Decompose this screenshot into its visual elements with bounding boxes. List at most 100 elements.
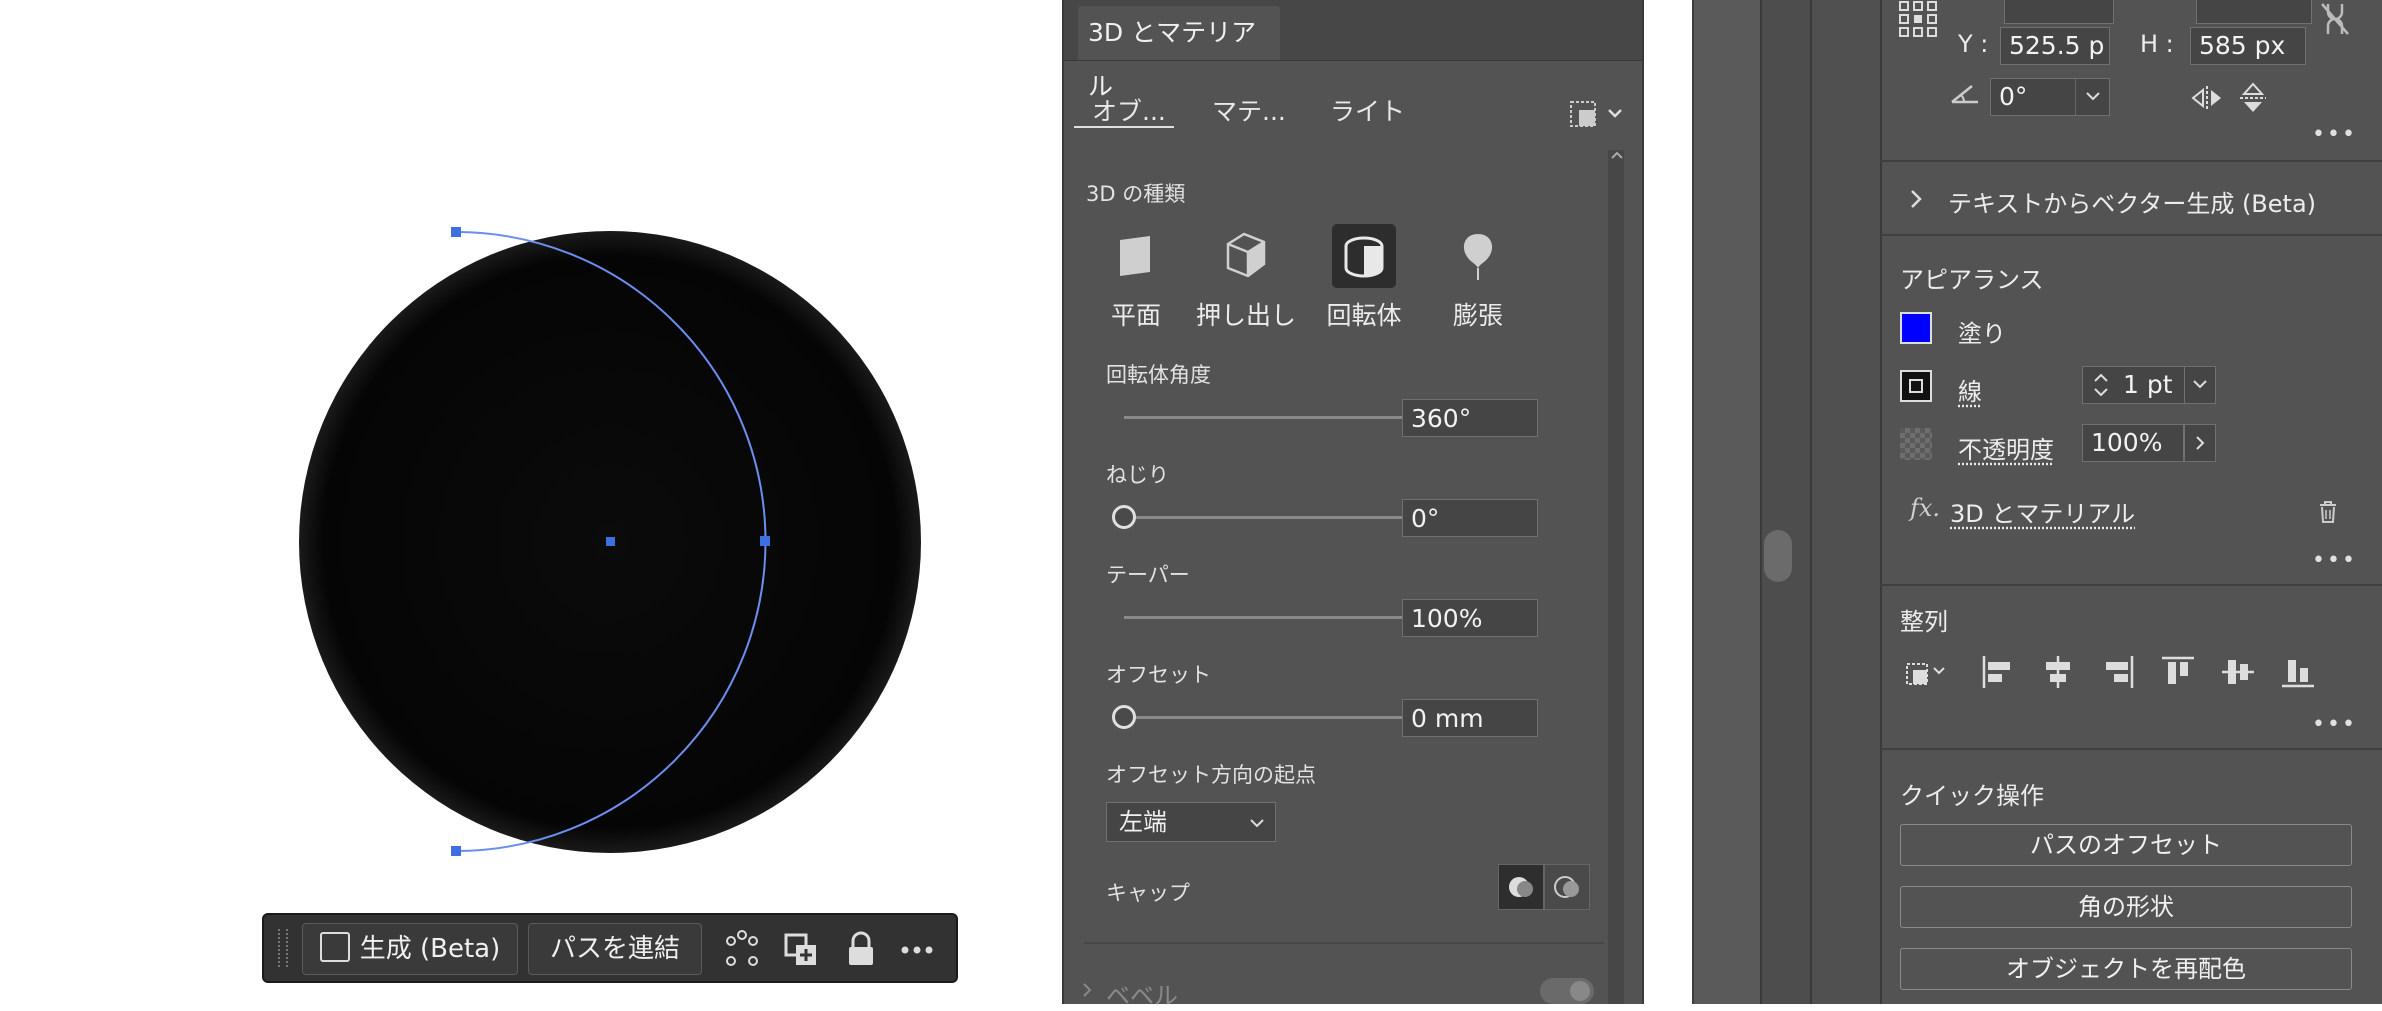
appearance-more-icon[interactable]: •••	[2312, 548, 2357, 573]
tab-light-label: ライト	[1330, 97, 1405, 126]
offset-label: オフセット	[1106, 659, 1211, 689]
bevel-label: ベベル	[1106, 976, 1178, 1011]
align-right-icon[interactable]	[2100, 654, 2136, 690]
taper-track[interactable]	[1124, 616, 1444, 619]
align-vertical-center-icon[interactable]	[2220, 654, 2256, 690]
3d-type-heading: 3D の種類	[1086, 178, 1185, 208]
chevron-down-icon[interactable]	[2075, 79, 2111, 115]
artboard-canvas[interactable]: 生成 (Beta) パスを連結	[0, 0, 1062, 1004]
anchor-point-bottom[interactable]	[451, 846, 461, 856]
revolve-icon	[1332, 224, 1396, 288]
join-path-button[interactable]: パスを連結	[528, 923, 702, 975]
chevron-right-icon[interactable]	[1908, 188, 1924, 210]
corner-shape-button[interactable]: 角の形状	[1900, 886, 2352, 928]
chevron-right-icon	[2185, 425, 2215, 461]
anchor-point-middle[interactable]	[760, 536, 770, 546]
align-to-icon[interactable]	[1904, 654, 1950, 690]
cap-on-button[interactable]	[1498, 864, 1544, 910]
reference-point-icon[interactable]	[1898, 0, 1938, 38]
opacity-value: 100%	[2091, 428, 2162, 457]
scroll-up-icon[interactable]	[1610, 148, 1624, 162]
opacity-label[interactable]: 不透明度	[1958, 430, 2054, 465]
offset-value: 0 mm	[1411, 704, 1484, 733]
align-top-icon[interactable]	[2160, 654, 2196, 690]
revolve-angle-field[interactable]: 360°	[1402, 399, 1538, 437]
type-extrude-button[interactable]	[1214, 224, 1278, 288]
stroke-label[interactable]: 線	[1958, 372, 1982, 407]
type-inflate-button[interactable]	[1446, 224, 1510, 288]
stroke-swatch[interactable]	[1900, 370, 1932, 402]
anchor-point-top[interactable]	[451, 227, 461, 237]
twist-value: 0°	[1411, 504, 1439, 533]
join-label: パスを連結	[550, 934, 680, 964]
offset-path-label: パスのオフセット	[2030, 831, 2222, 859]
opacity-swatch[interactable]	[1900, 428, 1932, 460]
fill-swatch[interactable]	[1900, 312, 1932, 344]
y-field[interactable]: 525.5 p	[2000, 27, 2110, 65]
y-label: Y :	[1958, 30, 1988, 58]
generate-beta-button[interactable]: 生成 (Beta)	[302, 923, 518, 975]
text-to-vector-section[interactable]: テキストからベクター生成 (Beta)	[1948, 184, 2316, 219]
cap-label: キャップ	[1106, 877, 1190, 907]
offset-field[interactable]: 0 mm	[1402, 699, 1538, 737]
chevron-right-icon[interactable]	[1080, 980, 1094, 1000]
type-plane-button[interactable]	[1104, 224, 1168, 288]
taper-field[interactable]: 100%	[1402, 599, 1538, 637]
tab-materials[interactable]: マテ...	[1212, 92, 1286, 128]
fx-icon: fx.	[1910, 494, 1940, 522]
x-field-cropped[interactable]	[2004, 0, 2114, 24]
flip-horizontal-icon[interactable]	[2190, 84, 2224, 112]
taskbar-grip[interactable]	[278, 929, 288, 967]
h-field[interactable]: 585 px	[2190, 27, 2306, 65]
effect-3d-link[interactable]: 3D とマテリアル	[1950, 494, 2135, 529]
offset-path-button[interactable]: パスのオフセット	[1900, 824, 2352, 866]
tab-light[interactable]: ライト	[1330, 92, 1405, 128]
render-settings-icon[interactable]	[1569, 100, 1629, 128]
divider-4	[1880, 748, 2382, 750]
twist-track[interactable]	[1124, 516, 1444, 519]
stroke-weight-dropdown[interactable]	[2184, 366, 2216, 404]
dock-scroll-handle[interactable]	[1764, 530, 1792, 582]
type-revolve-button[interactable]	[1332, 224, 1396, 288]
trash-icon[interactable]	[2316, 498, 2340, 526]
type-inflate-label: 膨張	[1423, 296, 1533, 332]
offset-track[interactable]	[1124, 716, 1444, 719]
align-bottom-icon[interactable]	[2280, 654, 2316, 690]
panel-title: 3D とマテリアル	[1088, 18, 1256, 101]
cap-off-button[interactable]	[1544, 864, 1590, 910]
lock-icon[interactable]	[836, 925, 886, 975]
offset-origin-label: オフセット方向の起点	[1106, 759, 1316, 789]
transform-more-icon[interactable]: •••	[2312, 122, 2357, 147]
panel-title-tab[interactable]: 3D とマテリアル	[1078, 6, 1280, 60]
more-options-icon[interactable]	[892, 925, 942, 975]
align-more-icon[interactable]: •••	[2312, 712, 2357, 737]
simplify-path-icon[interactable]	[717, 925, 767, 975]
fill-label[interactable]: 塗り	[1958, 314, 2006, 349]
recolor-artwork-button[interactable]: オブジェクトを再配色	[1900, 948, 2352, 990]
extrude-icon	[1214, 224, 1278, 288]
revolve-angle-track[interactable]	[1124, 416, 1444, 419]
flip-vertical-icon[interactable]	[2238, 82, 2268, 114]
tab-object[interactable]: オブ...	[1092, 92, 1166, 128]
divider-2	[1880, 234, 2382, 236]
opacity-field[interactable]: 100%	[2082, 424, 2184, 462]
constrain-proportions-icon[interactable]	[2318, 0, 2352, 38]
offset-slider[interactable]	[1112, 705, 1136, 729]
panel-scrollbar[interactable]	[1608, 150, 1624, 1004]
center-point	[606, 537, 615, 546]
align-left-icon[interactable]	[1980, 654, 2016, 690]
w-field-cropped[interactable]	[2196, 0, 2312, 24]
twist-slider[interactable]	[1112, 505, 1136, 529]
opacity-expand-button[interactable]	[2184, 424, 2216, 462]
generate-label: 生成 (Beta)	[360, 934, 501, 964]
generate-icon	[320, 932, 350, 962]
offset-origin-dropdown[interactable]: 左端	[1106, 802, 1276, 842]
stepper-icon[interactable]	[2089, 369, 2113, 401]
rotate-angle-field[interactable]: 0°	[1990, 78, 2110, 116]
3d-materials-panel: 3D とマテリアル オブ... マテ... ライト 3D の種類 平面 押し出し…	[1062, 0, 1644, 1004]
h-label: H :	[2140, 30, 2174, 58]
align-horizontal-center-icon[interactable]	[2040, 654, 2076, 690]
duplicate-icon[interactable]	[776, 925, 826, 975]
bevel-toggle[interactable]	[1540, 978, 1594, 1004]
twist-field[interactable]: 0°	[1402, 499, 1538, 537]
